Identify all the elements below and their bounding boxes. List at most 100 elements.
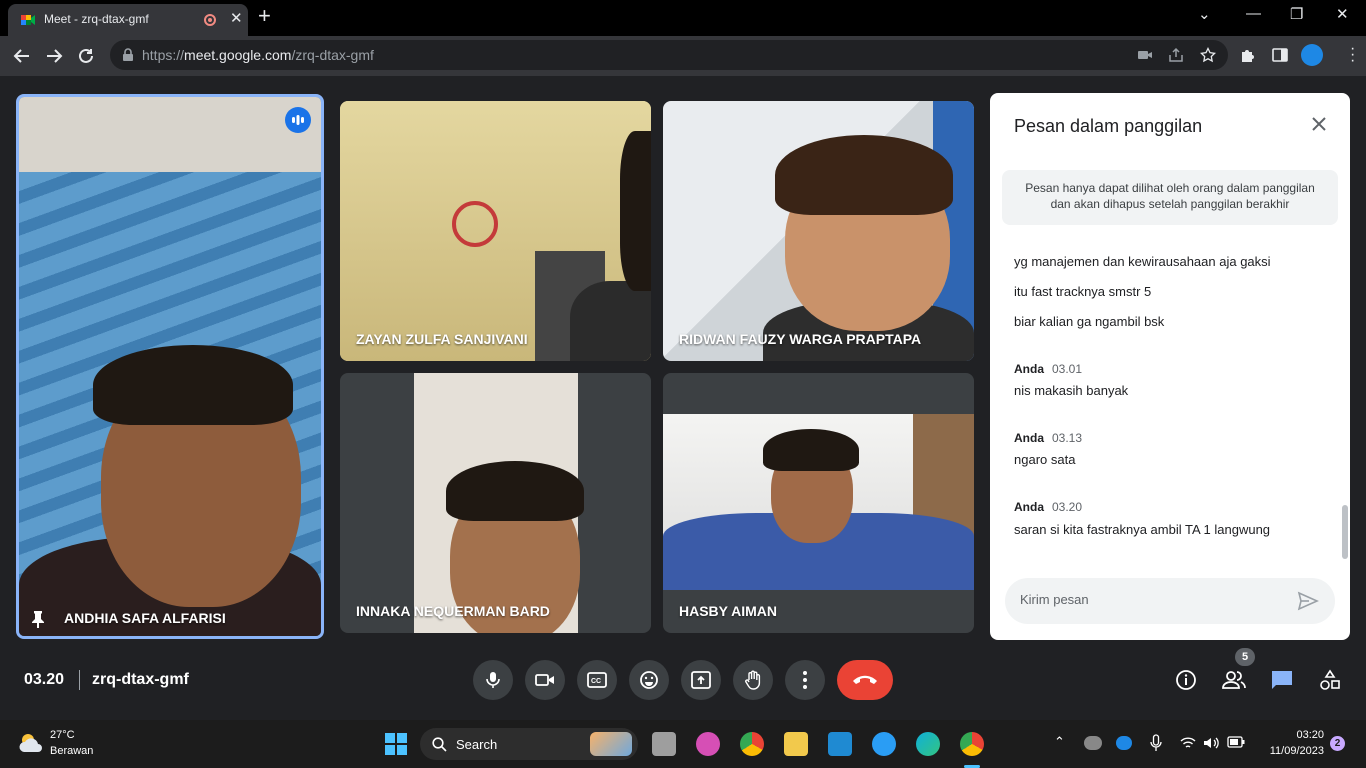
chat-notice-line: dan akan dihapus setelah panggilan berak… [1050, 197, 1290, 211]
profile-avatar[interactable] [1301, 44, 1323, 66]
present-screen-icon [691, 671, 711, 689]
window-close-button[interactable]: ✕ [1336, 5, 1349, 23]
chat-timestamp: 03.20 [1052, 500, 1083, 514]
tab-title: Meet - zrq-dtax-gmf [44, 12, 149, 26]
extensions-puzzle-icon[interactable] [1239, 46, 1257, 64]
restore-button[interactable]: ❐ [1290, 5, 1303, 23]
side-panel-icon[interactable] [1271, 46, 1289, 64]
arrow-left-icon [13, 49, 29, 63]
people-button[interactable] [1220, 666, 1248, 694]
onedrive-icon[interactable] [1084, 736, 1102, 750]
weather-temperature: 27°C [50, 729, 75, 741]
chat-message-input[interactable] [1020, 592, 1280, 607]
chat-scrollbar[interactable] [1342, 505, 1348, 559]
wifi-icon[interactable] [1180, 736, 1196, 750]
back-button[interactable] [10, 44, 34, 68]
participant-name: ANDHIA SAFA ALFARISI [64, 610, 226, 626]
chat-notice-line: Pesan hanya dapat dilihat oleh orang dal… [1025, 181, 1315, 195]
minimize-button[interactable]: — [1246, 5, 1261, 22]
lock-icon [123, 48, 133, 61]
close-icon[interactable] [1310, 115, 1328, 133]
meeting-code: zrq-dtax-gmf [92, 671, 189, 688]
more-vert-icon [803, 671, 807, 689]
person-hair [775, 135, 953, 215]
more-options-button[interactable] [785, 660, 825, 700]
edge-icon[interactable] [916, 732, 940, 756]
taskbar-time[interactable]: 03:20 [1290, 729, 1324, 741]
emoji-icon [640, 671, 658, 689]
app-icon[interactable] [872, 732, 896, 756]
video-camera-icon [535, 674, 554, 686]
chat-message: nis makasih banyak [1014, 383, 1129, 398]
person-hair [763, 429, 859, 471]
chevron-up-icon[interactable]: ⌃ [1054, 734, 1065, 750]
participant-tile[interactable]: HASBY AIMAN [663, 373, 974, 633]
reactions-button[interactable] [629, 660, 669, 700]
chat-button[interactable] [1268, 666, 1296, 694]
notification-badge[interactable]: 2 [1330, 736, 1345, 751]
chat-sender: Anda 03.20 [1014, 500, 1083, 514]
battery-icon[interactable] [1227, 736, 1245, 748]
camera-in-use-icon[interactable] [1137, 47, 1153, 63]
raise-hand-icon [745, 670, 761, 690]
reload-icon [79, 48, 93, 63]
browser-tab-bar: Meet - zrq-dtax-gmf ✕ + ⌄ — ❐ ✕ [0, 0, 1366, 36]
present-screen-button[interactable] [681, 660, 721, 700]
participant-tile[interactable]: INNAKA NEQUERMAN BARD [340, 373, 651, 633]
browser-menu-button[interactable]: · · · [1350, 41, 1355, 69]
tab-close-icon[interactable]: ✕ [230, 9, 243, 27]
new-tab-button[interactable]: + [258, 3, 271, 29]
microphone-icon [486, 672, 500, 688]
chrome-icon[interactable] [740, 732, 764, 756]
audio-level-icon [292, 115, 304, 125]
speaking-indicator [285, 107, 311, 133]
browser-tab[interactable]: Meet - zrq-dtax-gmf ✕ [8, 4, 248, 36]
meeting-time: 03.20 [24, 671, 65, 688]
weather-cloud-sun-icon[interactable] [18, 730, 44, 756]
address-bar[interactable]: https://meet.google.com/zrq-dtax-gmf [110, 40, 1228, 70]
vscode-icon[interactable] [828, 732, 852, 756]
taskbar-date[interactable]: 11/09/2023 [1260, 745, 1324, 757]
tab-search-icon[interactable]: ⌄ [1198, 5, 1211, 23]
participant-tile-pinned[interactable]: ANDHIA SAFA ALFARISI [16, 94, 324, 639]
person-hair [446, 461, 584, 521]
share-icon[interactable] [1168, 47, 1184, 63]
captions-button[interactable]: CC [577, 660, 617, 700]
taskbar-search-box[interactable]: Search [420, 728, 638, 760]
wps-office-icon[interactable] [696, 732, 720, 756]
activities-button[interactable] [1316, 666, 1344, 694]
chrome-active-icon[interactable] [960, 732, 984, 756]
file-explorer-icon[interactable] [784, 732, 808, 756]
url-text: https://meet.google.com/zrq-dtax-gmf [142, 47, 374, 63]
microphone-button[interactable] [473, 660, 513, 700]
participant-name: ZAYAN ZULFA SANJIVANI [356, 331, 528, 347]
chat-message: biar kalian ga ngambil bsk [1014, 314, 1165, 329]
reload-button[interactable] [74, 44, 98, 68]
chat-panel: Pesan dalam panggilan Pesan hanya dapat … [990, 93, 1350, 640]
leave-call-button[interactable] [837, 660, 893, 700]
windows-start-icon[interactable] [384, 732, 408, 756]
meet-favicon-icon [21, 15, 35, 25]
participant-name: INNAKA NEQUERMAN BARD [356, 603, 550, 619]
tray-app-icon[interactable] [1116, 736, 1132, 750]
windows-taskbar: 27°C Berawan Search ⌃ 03:20 11/09/2023 2 [0, 720, 1366, 768]
chat-notice: Pesan hanya dapat dilihat oleh orang dal… [1002, 170, 1338, 225]
chat-sender: Anda 03.01 [1014, 362, 1083, 376]
bookmark-star-icon[interactable] [1200, 47, 1216, 63]
wall-fan [452, 201, 498, 247]
camera-button[interactable] [525, 660, 565, 700]
forward-button[interactable] [42, 44, 66, 68]
participant-tile[interactable]: ZAYAN ZULFA SANJIVANI [340, 101, 651, 361]
task-view-icon[interactable] [652, 732, 676, 756]
raise-hand-button[interactable] [733, 660, 773, 700]
microphone-tray-icon[interactable] [1150, 734, 1162, 752]
arrow-right-icon [47, 49, 63, 63]
weather-description: Berawan [50, 745, 94, 757]
hang-up-icon [853, 675, 877, 684]
send-icon[interactable] [1297, 590, 1319, 612]
volume-icon[interactable] [1203, 736, 1219, 750]
meeting-details-button[interactable] [1172, 666, 1200, 694]
pin-icon[interactable] [31, 610, 45, 628]
participant-tile[interactable]: RIDWAN FAUZY WARGA PRAPTAPA [663, 101, 974, 361]
participant-name: RIDWAN FAUZY WARGA PRAPTAPA [679, 331, 922, 347]
